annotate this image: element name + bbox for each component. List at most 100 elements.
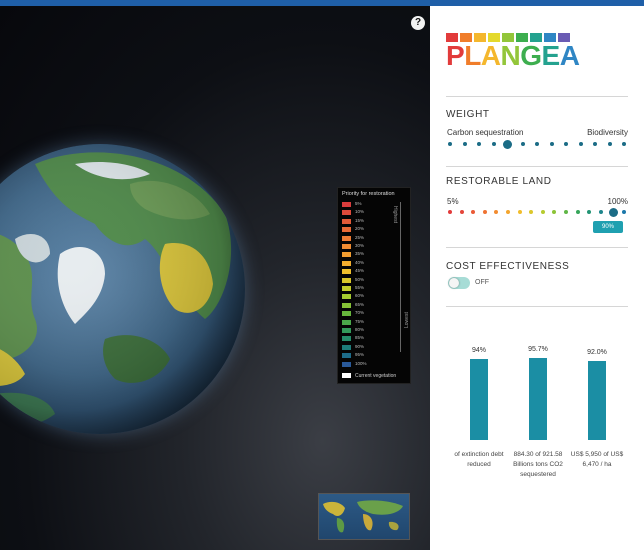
legend-swatch [342,202,351,207]
legend-label: 15% [355,217,365,223]
legend-current-vegetation: Current vegetation [342,373,396,379]
logo-letter: G [520,40,542,71]
slider-tick[interactable] [477,142,481,146]
legend-swatch [342,252,351,258]
legend-label: 25% [355,234,365,240]
legend-swatch [342,319,351,325]
legend-item: 50% [342,276,397,284]
legend-item: 100% [342,360,397,368]
legend-item: 80% [342,327,397,334]
legend-item: 75% [342,319,397,326]
slider-tick[interactable] [459,210,464,214]
legend-label: 10% [355,209,365,215]
logo-letter: N [500,40,521,71]
globe-terrain [0,144,245,434]
slider-tick[interactable] [622,142,626,146]
logo-letter: E [541,40,561,71]
world-minimap[interactable] [318,493,410,540]
slider-tick[interactable] [587,210,592,214]
slider-tick[interactable] [471,210,476,214]
slider-tick[interactable] [607,142,612,146]
priority-legend: Priority for restoration 5% 10% 15% 20% 25% 3… [337,187,411,384]
legend-item: 20% [342,226,397,233]
help-button[interactable]: ? [411,16,425,30]
legend-axis-line [400,202,401,352]
slider-tick[interactable] [491,142,496,146]
weight-left-label: Carbon sequestration [447,128,524,137]
legend-swatch [342,294,351,300]
slider-tick[interactable] [540,210,545,214]
legend-label: 65% [355,301,365,307]
legend-swatch [342,210,351,216]
slider-tick[interactable] [598,210,603,214]
slider-tick[interactable] [622,210,626,214]
legend-swatch [342,260,351,266]
slider-tick[interactable] [552,210,557,214]
legend-item: 95% [342,352,397,359]
legend-item: 35% [342,251,397,258]
legend-label: 80% [355,327,365,332]
globe-viewport[interactable]: ? Priority for restoration 5% 10% 15% 20% 25… [0,6,430,550]
logo-letter: L [464,40,481,71]
divider [446,166,628,167]
legend-label: 45% [355,268,365,274]
slider-tick[interactable] [448,210,452,214]
bar-caption: of extinction debt reduced [454,451,504,468]
legend-swatch [342,218,351,224]
bar-caption: 884.30 of 921.58 Billions tons CO2 seque… [513,451,563,478]
legend-item: 5% [342,201,397,208]
slider-tick[interactable] [578,142,583,146]
legend-low-label: Lowest [404,312,410,328]
slider-tick[interactable] [506,210,510,214]
legend-label: 100% [355,360,367,366]
bar-caption: US$ 5,950 of US$ 6,470 / ha [570,451,624,468]
slider-tick[interactable] [448,142,452,146]
legend-item: 45% [342,268,397,275]
slider-handle[interactable] [502,139,512,149]
result-bar [588,360,606,440]
restorable-title: RESTORABLE LAND [446,176,552,187]
legend-swatch [342,302,351,308]
control-panel: PLANGEA WEIGHT Carbon sequestration Biod… [430,6,644,550]
slider-tick[interactable] [575,210,580,214]
slider-tick[interactable] [517,210,522,214]
legend-swatch [342,235,351,241]
legend-item: 40% [342,259,397,267]
weight-slider[interactable] [448,139,626,149]
bar-value-label: 92.0% [587,348,607,356]
slider-tick[interactable] [593,142,597,146]
legend-label: 30% [355,243,365,248]
legend-label: 35% [355,251,365,257]
cost-toggle[interactable] [448,277,470,289]
slider-tick[interactable] [564,210,568,214]
slider-tick[interactable] [520,142,525,146]
legend-item: 10% [342,209,397,216]
legend-swatch [342,227,351,233]
slider-tick[interactable] [535,142,539,146]
legend-current-vegetation-swatch [342,373,351,379]
legend-label: 40% [355,259,365,265]
legend-item: 90% [342,344,397,351]
slider-tick[interactable] [529,210,534,214]
legend-swatch [342,328,351,333]
legend-swatch [342,344,351,350]
legend-item: 70% [342,310,397,317]
legend-label: 55% [355,285,365,290]
earth-globe[interactable] [0,144,245,434]
slider-tick[interactable] [494,210,499,214]
slider-tick[interactable] [564,142,568,146]
bar-value-label: 94% [471,347,486,355]
legend-label: 50% [355,276,365,282]
slider-tick[interactable] [549,142,554,146]
minimap-land [323,500,403,533]
restorable-min-label: 5% [447,197,459,206]
restorable-slider[interactable] [448,207,626,217]
logo-letter: A [480,40,501,71]
legend-item: 15% [342,217,397,225]
slider-tick[interactable] [482,210,487,214]
legend-item: 55% [342,285,397,292]
slider-handle[interactable] [609,207,619,217]
result-bar [529,357,547,440]
divider [446,306,628,307]
slider-tick[interactable] [462,142,467,146]
